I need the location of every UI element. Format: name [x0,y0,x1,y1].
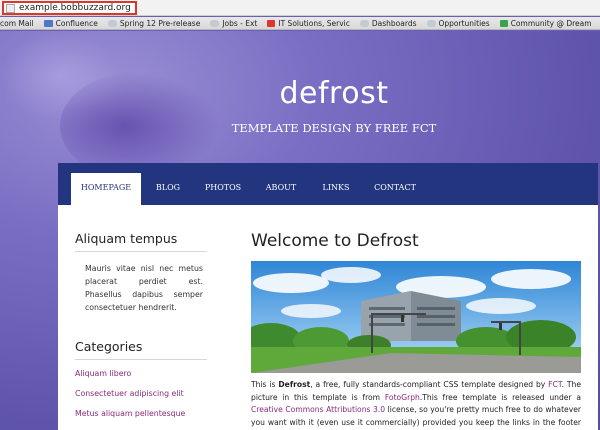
bookmark-item[interactable]: Jobs - Ext [210,19,257,28]
hero-photo [251,261,581,373]
categories-heading: Categories [75,339,207,360]
bookmark-item[interactable]: Spring 12 Pre-release [107,19,200,28]
nav-homepage[interactable]: HOMEPAGE [71,173,141,205]
office-building-photo [251,261,581,373]
page-favicon-icon [6,3,15,13]
address-bar: example.bobbuzzard.org [0,0,600,16]
sidebar-text: Mauris vitae nisl nec metus placerat per… [85,264,203,312]
nav-photos[interactable]: PHOTOS [201,175,245,205]
bookmark-item[interactable]: com Mail [0,19,34,28]
nav-about[interactable]: ABOUT [261,175,301,205]
confluence-icon [43,19,53,27]
bookmark-item[interactable]: Confluence [43,19,98,28]
url-field[interactable]: example.bobbuzzard.org [2,1,137,15]
bookmark-item[interactable]: Opportunities [426,19,490,28]
sidebar: Aliquam tempus Mauris vitae nisl nec met… [75,231,207,429]
bookmark-item[interactable]: IT Solutions, Servic [267,19,350,28]
page-title: Welcome to Defrost [251,231,419,251]
main-content: Welcome to Defrost This is Defrost, a fr… [251,231,581,427]
site-logo-icon [267,19,276,27]
url-text: example.bobbuzzard.org [19,3,131,13]
nav-contact[interactable]: CONTACT [371,175,419,205]
page-viewport: defrost TEMPLATE DESIGN BY FREE FCT HOME… [0,31,600,430]
category-link[interactable]: Metus aliquam pellentesque [75,409,207,418]
categories-list: Aliquam libero Consectetuer adipiscing e… [75,360,207,418]
category-link[interactable]: Aliquam libero [75,369,207,378]
category-link[interactable]: Consectetuer adipiscing elit [75,389,207,398]
cloud-icon [426,19,436,27]
bookmark-item[interactable]: Dashboards [359,19,417,28]
content-container: HOMEPAGE BLOG PHOTOS ABOUT LINKS CONTACT… [58,163,598,430]
bookmarks-bar: com Mail Confluence Spring 12 Pre-releas… [0,17,600,30]
intro-paragraph: This is Defrost, a free, fully standards… [251,380,582,427]
nav-links[interactable]: LINKS [316,175,356,205]
bookmark-item[interactable]: Community @ Dream [499,19,592,28]
site-tagline: TEMPLATE DESIGN BY FREE FCT [231,121,437,135]
nav-blog[interactable]: BLOG [148,175,188,205]
cloud-icon [359,19,369,27]
cloud-icon [210,19,220,27]
creative-commons-link[interactable]: Creative Commons Attributions 3.0 [251,405,385,414]
fct-link[interactable]: FCT [548,380,561,389]
fotogrph-link[interactable]: FotoGrph [385,393,420,402]
site-title: defrost [279,76,389,111]
main-nav: HOMEPAGE BLOG PHOTOS ABOUT LINKS CONTACT [58,163,598,205]
grid-icon [499,19,508,27]
cloud-icon [107,19,117,27]
sidebar-heading: Aliquam tempus [75,231,207,252]
